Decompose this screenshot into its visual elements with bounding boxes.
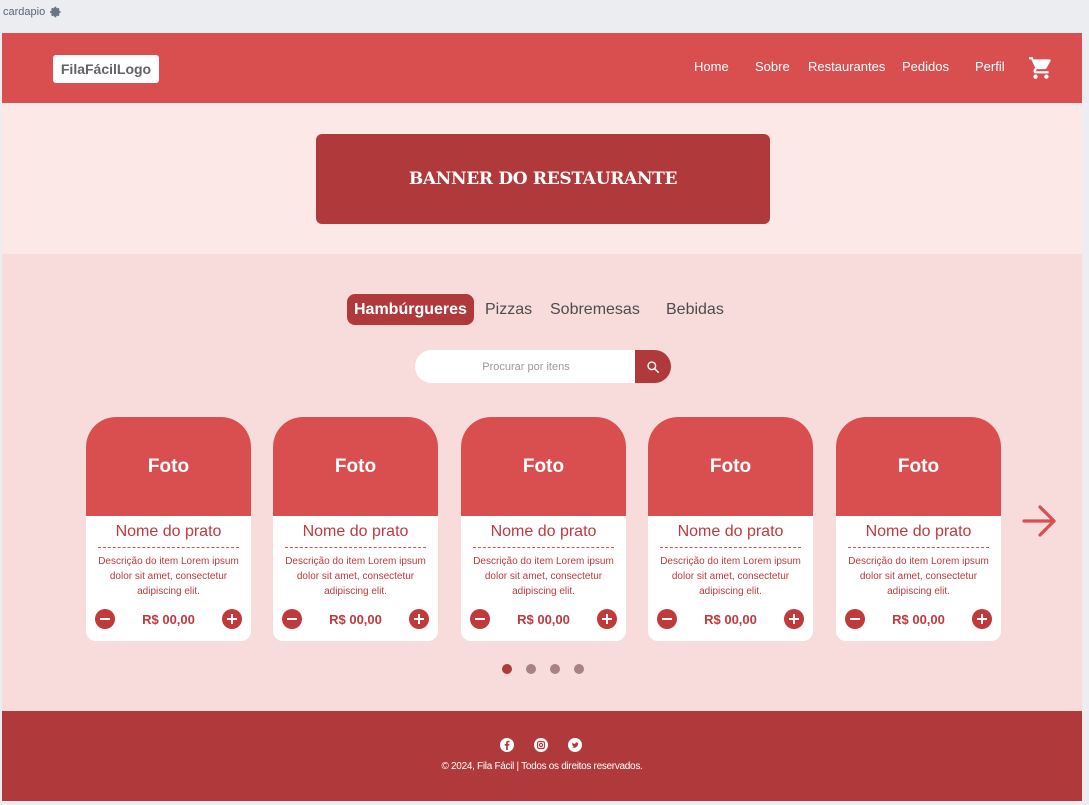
card-description: Descrição do item Lorem ipsum dolor sit … [473,556,614,597]
shopping-cart-icon[interactable] [1028,55,1054,81]
tab-sobremesas[interactable]: Sobremesas [550,294,640,325]
card-divider [285,547,426,548]
carousel-dot[interactable] [574,664,584,674]
card-quantity-row: R$ 00,00 [836,609,1001,629]
nav-pedidos[interactable]: Pedidos [902,59,949,74]
frame-label: cardapio [3,6,62,18]
card-price: R$ 00,00 [517,611,570,627]
nav-perfil[interactable]: Perfil [975,59,1005,74]
minus-button[interactable] [95,609,115,629]
card-description: Descrição do item Lorem ipsum dolor sit … [285,556,426,597]
restaurant-banner: BANNER DO RESTAURANTE [316,134,770,224]
minus-button[interactable] [845,609,865,629]
card-name: Nome do prato [490,523,597,540]
card-name: Nome do prato [677,523,784,540]
card-description: Descrição do item Lorem ipsum dolor sit … [98,556,239,597]
card-photo: Foto [461,417,626,516]
plus-button[interactable] [971,609,992,629]
product-card[interactable]: Foto Nome do prato Descrição do item Lor… [86,417,251,641]
product-card[interactable]: Foto Nome do prato Descrição do item Lor… [648,417,813,641]
card-name: Nome do prato [302,523,409,540]
nav-restaurantes[interactable]: Restaurantes [808,59,885,74]
plus-button[interactable] [221,609,242,629]
tab-pizzas[interactable]: Pizzas [485,294,532,325]
card-price: R$ 00,00 [892,611,945,627]
card-price: R$ 00,00 [329,611,382,627]
search-input[interactable] [415,350,637,383]
banner-section: BANNER DO RESTAURANTE [2,103,1082,254]
card-divider [98,547,239,548]
card-photo: Foto [86,417,251,516]
tab-hamburgueres[interactable]: Hambúrgueres [347,294,474,325]
card-divider [848,547,989,548]
logo[interactable]: FilaFácilLogo [53,55,159,83]
facebook-icon[interactable] [500,738,514,752]
card-divider [660,547,801,548]
tab-bebidas[interactable]: Bebidas [666,294,724,325]
card-photo: Foto [836,417,1001,516]
arrow-right-icon[interactable] [1021,503,1059,539]
card-name: Nome do prato [115,523,222,540]
carousel-dot[interactable] [526,664,536,674]
gear-icon[interactable] [50,6,62,18]
minus-button[interactable] [657,609,677,629]
card-quantity-row: R$ 00,00 [648,609,813,629]
card-description: Descrição do item Lorem ipsum dolor sit … [848,556,989,597]
card-photo: Foto [648,417,813,516]
plus-button[interactable] [783,609,804,629]
carousel-dot[interactable] [550,664,560,674]
twitter-icon[interactable] [568,738,582,752]
card-quantity-row: R$ 00,00 [86,609,251,629]
minus-button[interactable] [470,609,490,629]
card-name: Nome do prato [865,523,972,540]
card-quantity-row: R$ 00,00 [461,609,626,629]
plus-button[interactable] [596,609,617,629]
frame-label-text: cardapio [3,6,46,18]
nav-home[interactable]: Home [694,59,729,74]
copyright: © 2024, Fila Fácil | Todos os direitos r… [441,761,643,772]
card-description: Descrição do item Lorem ipsum dolor sit … [660,556,801,597]
card-price: R$ 00,00 [704,611,757,627]
minus-button[interactable] [282,609,302,629]
card-quantity-row: R$ 00,00 [273,609,438,629]
cardapio-page: FilaFácilLogo Home Sobre Restaurantes Pe… [2,33,1082,801]
plus-button[interactable] [408,609,429,629]
search-button[interactable] [635,350,671,383]
product-card[interactable]: Foto Nome do prato Descrição do item Lor… [273,417,438,641]
product-card[interactable]: Foto Nome do prato Descrição do item Lor… [836,417,1001,641]
instagram-icon[interactable] [534,738,548,752]
card-divider [473,547,614,548]
nav-sobre[interactable]: Sobre [755,59,790,74]
carousel-dot[interactable] [502,664,512,674]
card-price: R$ 00,00 [142,611,195,627]
product-card[interactable]: Foto Nome do prato Descrição do item Lor… [461,417,626,641]
search-icon [647,360,660,373]
search-bar [415,350,671,383]
card-photo: Foto [273,417,438,516]
footer: © 2024, Fila Fácil | Todos os direitos r… [2,711,1082,801]
header: FilaFácilLogo Home Sobre Restaurantes Pe… [2,33,1082,103]
